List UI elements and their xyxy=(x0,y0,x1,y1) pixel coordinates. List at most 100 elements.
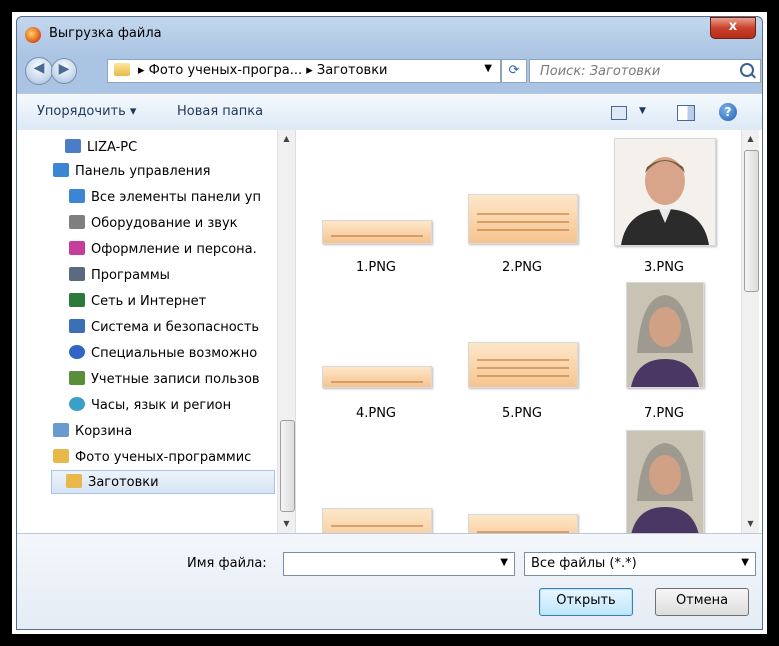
scroll-thumb[interactable] xyxy=(744,150,759,292)
navigation-pane: LIZA-PC Панель управления Все элементы п… xyxy=(17,130,296,533)
slide-line xyxy=(477,359,569,361)
window-title: Выгрузка файла xyxy=(49,26,162,41)
slide-line xyxy=(331,235,423,237)
security-icon xyxy=(69,319,85,333)
portrait-photo xyxy=(627,283,703,387)
nav-item-clock-region[interactable]: Часы, язык и регион xyxy=(69,394,275,418)
scroll-down-icon[interactable]: ▼ xyxy=(278,519,295,528)
cancel-button[interactable]: Отмена xyxy=(655,588,749,616)
nav-item-label: Оборудование и звук xyxy=(91,216,238,231)
scroll-up-icon[interactable]: ▲ xyxy=(278,134,295,143)
file-name: 7.PNG xyxy=(643,406,685,421)
nav-item-label: Сеть и Интернет xyxy=(91,294,207,309)
accessibility-icon xyxy=(69,345,85,359)
dialog-footer: Имя файла: ▼ Все файлы (*.*) ▼ Открыть О… xyxy=(17,533,762,629)
nav-item-liza-pc[interactable]: LIZA-PC xyxy=(65,136,137,160)
nav-item-recycle-bin[interactable]: Корзина xyxy=(53,420,132,444)
view-options-icon[interactable] xyxy=(611,106,627,120)
search-input[interactable] xyxy=(538,63,722,80)
scroll-thumb[interactable] xyxy=(280,420,295,512)
slide-line xyxy=(331,525,423,527)
refresh-icon: ⟳ xyxy=(508,63,520,78)
slide-line xyxy=(477,213,569,215)
main-area: LIZA-PC Панель управления Все элементы п… xyxy=(17,130,762,533)
nav-item-zagotovki[interactable]: Заготовки xyxy=(51,470,275,494)
address-row: ◀ ▶ ▸ Фото ученых-програ... ▸ Заготовки … xyxy=(17,51,762,87)
scroll-down-icon[interactable]: ▼ xyxy=(742,519,759,528)
search-box xyxy=(529,59,761,83)
chevron-down-icon[interactable]: ▼ xyxy=(500,557,508,568)
nav-item-label: Заготовки xyxy=(88,475,159,490)
filename-input[interactable] xyxy=(286,555,490,572)
file-thumbnail xyxy=(322,508,432,533)
nav-item-appearance[interactable]: Оформление и персона. xyxy=(69,238,275,262)
nav-item-label: Учетные записи пользов xyxy=(91,372,260,387)
programs-icon xyxy=(69,267,85,281)
file-name: 3.PNG xyxy=(643,260,685,275)
title-bar: Выгрузка файла x xyxy=(17,17,762,51)
chevron-down-icon[interactable]: ▼ xyxy=(639,106,646,116)
file-thumbnail xyxy=(468,514,578,533)
back-arrow-icon: ◀ xyxy=(33,60,45,76)
nav-item-label: Корзина xyxy=(75,424,133,439)
refresh-button[interactable]: ⟳ xyxy=(501,59,527,83)
file-thumbnail xyxy=(468,194,578,244)
close-button[interactable]: x xyxy=(710,17,756,39)
screenshot-frame: Выгрузка файла x ◀ ▶ ▸ Фото ученых-прогр… xyxy=(12,12,767,634)
control-panel-icon xyxy=(53,163,69,177)
chevron-down-icon[interactable]: ▼ xyxy=(741,557,749,568)
open-button[interactable]: Открыть xyxy=(539,588,633,616)
chevron-down-icon[interactable]: ▼ xyxy=(484,63,492,74)
display-icon xyxy=(69,241,85,255)
nav-item-all-control-panel[interactable]: Все элементы панели уп xyxy=(69,186,275,210)
file-name: 4.PNG xyxy=(355,406,397,421)
preview-pane-icon[interactable] xyxy=(677,105,695,121)
nav-item-system-security[interactable]: Система и безопасность xyxy=(69,316,275,340)
nav-item-accessibility[interactable]: Специальные возможно xyxy=(69,342,275,366)
nav-item-hardware-sound[interactable]: Оборудование и звук xyxy=(69,212,275,236)
file-type-value: Все файлы (*.*) xyxy=(531,556,637,571)
nav-scrollbar[interactable]: ▲ ▼ xyxy=(277,130,295,533)
nav-item-user-accounts[interactable]: Учетные записи пользов xyxy=(69,368,275,392)
file-thumbnail xyxy=(626,430,704,533)
organize-button[interactable]: Упорядочить ▾ xyxy=(37,104,136,119)
file-thumbnail xyxy=(614,138,716,246)
nav-item-label: Система и безопасность xyxy=(91,320,260,335)
files-scrollbar[interactable]: ▲ ▼ xyxy=(741,130,759,533)
search-icon[interactable] xyxy=(740,63,754,77)
address-bar[interactable]: ▸ Фото ученых-програ... ▸ Заготовки ▼ xyxy=(107,59,501,83)
breadcrumb: ▸ Фото ученых-програ... ▸ Заготовки xyxy=(138,63,388,78)
printer-icon xyxy=(69,215,85,229)
forward-button[interactable]: ▶ xyxy=(51,58,77,84)
slide-line xyxy=(477,367,569,369)
portrait-photo xyxy=(615,139,715,245)
slide-line xyxy=(477,229,569,231)
file-upload-dialog: Выгрузка файла x ◀ ▶ ▸ Фото ученых-прогр… xyxy=(16,16,763,630)
network-icon xyxy=(69,293,85,307)
file-thumbnail xyxy=(322,366,432,388)
help-icon[interactable]: ? xyxy=(719,103,737,121)
forward-arrow-icon: ▶ xyxy=(58,61,70,77)
nav-item-label: Панель управления xyxy=(75,164,211,179)
file-name: 1.PNG xyxy=(355,260,397,275)
file-name: 2.PNG xyxy=(501,260,543,275)
file-thumbnail xyxy=(468,342,578,388)
nav-item-label: Фото ученых-программис xyxy=(75,450,252,465)
nav-item-label: Оформление и персона. xyxy=(91,242,257,257)
new-folder-button[interactable]: Новая папка xyxy=(177,104,263,119)
back-button[interactable]: ◀ xyxy=(25,57,53,85)
slide-line xyxy=(331,381,423,383)
nav-item-network[interactable]: Сеть и Интернет xyxy=(69,290,275,314)
computer-icon xyxy=(65,139,81,153)
nav-item-photo-folder[interactable]: Фото ученых-программис xyxy=(53,446,275,470)
scroll-up-icon[interactable]: ▲ xyxy=(742,134,759,143)
nav-item-control-panel[interactable]: Панель управления xyxy=(53,160,211,184)
firefox-icon xyxy=(25,27,41,43)
file-type-select[interactable]: Все файлы (*.*) ▼ xyxy=(524,552,756,576)
file-list: 1.PNG 2.PNG 3.PNG 4.PNG 5.PNG 7.PNG xyxy=(296,130,741,533)
folder-icon xyxy=(53,449,69,463)
command-toolbar: Упорядочить ▾ Новая папка ▼ ? xyxy=(17,93,762,131)
nav-item-label: Часы, язык и регион xyxy=(91,398,232,413)
nav-item-label: Программы xyxy=(91,268,170,283)
nav-item-programs[interactable]: Программы xyxy=(69,264,275,288)
